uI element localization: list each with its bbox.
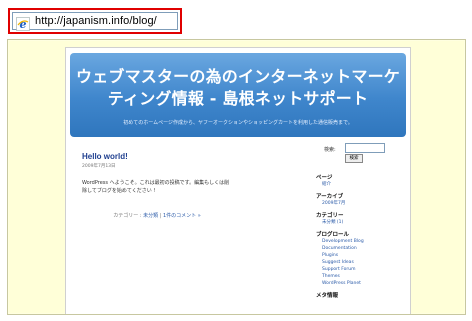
post-date: 2009年7月13日 xyxy=(82,164,116,169)
blog-container: ウェブマスターの為のインターネットマーケティング情報 - 島根ネットサポート 初… xyxy=(65,47,411,314)
sidebar-link[interactable]: Suggest Ideas xyxy=(322,259,406,266)
address-bar[interactable]: e http://japanism.info/blog/ xyxy=(12,12,178,31)
blog-description: 初めてのホームページ作成から、ヤフーオークションやショッピングカートを利用した通… xyxy=(123,120,353,126)
sidebar-link[interactable]: WordPress Planet xyxy=(322,280,406,287)
sidebar-link[interactable]: 未分類 (1) xyxy=(322,219,406,226)
post-title[interactable]: Hello world! xyxy=(82,152,302,161)
sidebar-section: メタ情報 xyxy=(316,291,406,299)
post-category-link[interactable]: 未分類 xyxy=(143,213,158,219)
post-meta-label: カテゴリー : xyxy=(113,213,142,219)
post-meta-separator: | xyxy=(159,213,162,219)
sidebar-link[interactable]: Documentation xyxy=(322,245,406,252)
address-bar-highlight: e http://japanism.info/blog/ xyxy=(8,8,182,34)
sidebar-link[interactable]: Development Blog xyxy=(322,238,406,245)
sidebar-section: アーカイブ 2009年7月 xyxy=(316,192,406,207)
svg-text:e: e xyxy=(20,18,27,31)
sidebar: 検索: 検索 ページ 紹介 アーカイブ 2009年7月 カテゴリー 未分類 (1) ブログロ… xyxy=(316,143,406,302)
sidebar-section: カテゴリー 未分類 (1) xyxy=(316,211,406,226)
sidebar-heading: カテゴリー xyxy=(316,213,344,219)
blog-title[interactable]: ウェブマスターの為のインターネットマーケティング情報 - 島根ネットサポート xyxy=(72,66,404,110)
page-screenshot: ウェブマスターの為のインターネットマーケティング情報 - 島根ネットサポート 初… xyxy=(7,39,466,315)
post-body: WordPress へようこそ。これは最初の投稿です。編集もしくは削除してブログ… xyxy=(82,180,230,194)
sidebar-link[interactable]: Themes xyxy=(322,273,406,280)
sidebar-link[interactable]: Plugins xyxy=(322,252,406,259)
search-button[interactable]: 検索 xyxy=(345,154,363,163)
sidebar-link[interactable]: 紹介 xyxy=(322,181,406,188)
sidebar-sections: ページ 紹介 アーカイブ 2009年7月 カテゴリー 未分類 (1) ブログロール Devel… xyxy=(316,173,406,299)
sidebar-heading: アーカイブ xyxy=(316,194,344,200)
ie-icon: e xyxy=(16,16,30,31)
sidebar-heading: ページ xyxy=(316,175,333,181)
post: Hello world! 2009年7月13日 WordPress へようこそ。… xyxy=(82,152,302,219)
search-form: 検索: 検索 xyxy=(316,143,406,169)
post-comments-link[interactable]: 1件のコメント » xyxy=(163,213,201,219)
sidebar-section: ブログロール Development Blog Documentation Plugi… xyxy=(316,230,406,287)
sidebar-heading: メタ情報 xyxy=(316,293,339,299)
search-input[interactable] xyxy=(345,143,385,153)
sidebar-link[interactable]: Support Forum xyxy=(322,266,406,273)
address-url[interactable]: http://japanism.info/blog/ xyxy=(35,15,157,27)
post-meta: カテゴリー : 未分類 | 1件のコメント » xyxy=(82,212,232,219)
sidebar-section: ページ 紹介 xyxy=(316,173,406,188)
sidebar-heading: ブログロール xyxy=(316,232,350,238)
search-label: 検索: xyxy=(324,147,336,153)
blog-header[interactable]: ウェブマスターの為のインターネットマーケティング情報 - 島根ネットサポート 初… xyxy=(70,53,406,137)
sidebar-link[interactable]: 2009年7月 xyxy=(322,200,406,207)
